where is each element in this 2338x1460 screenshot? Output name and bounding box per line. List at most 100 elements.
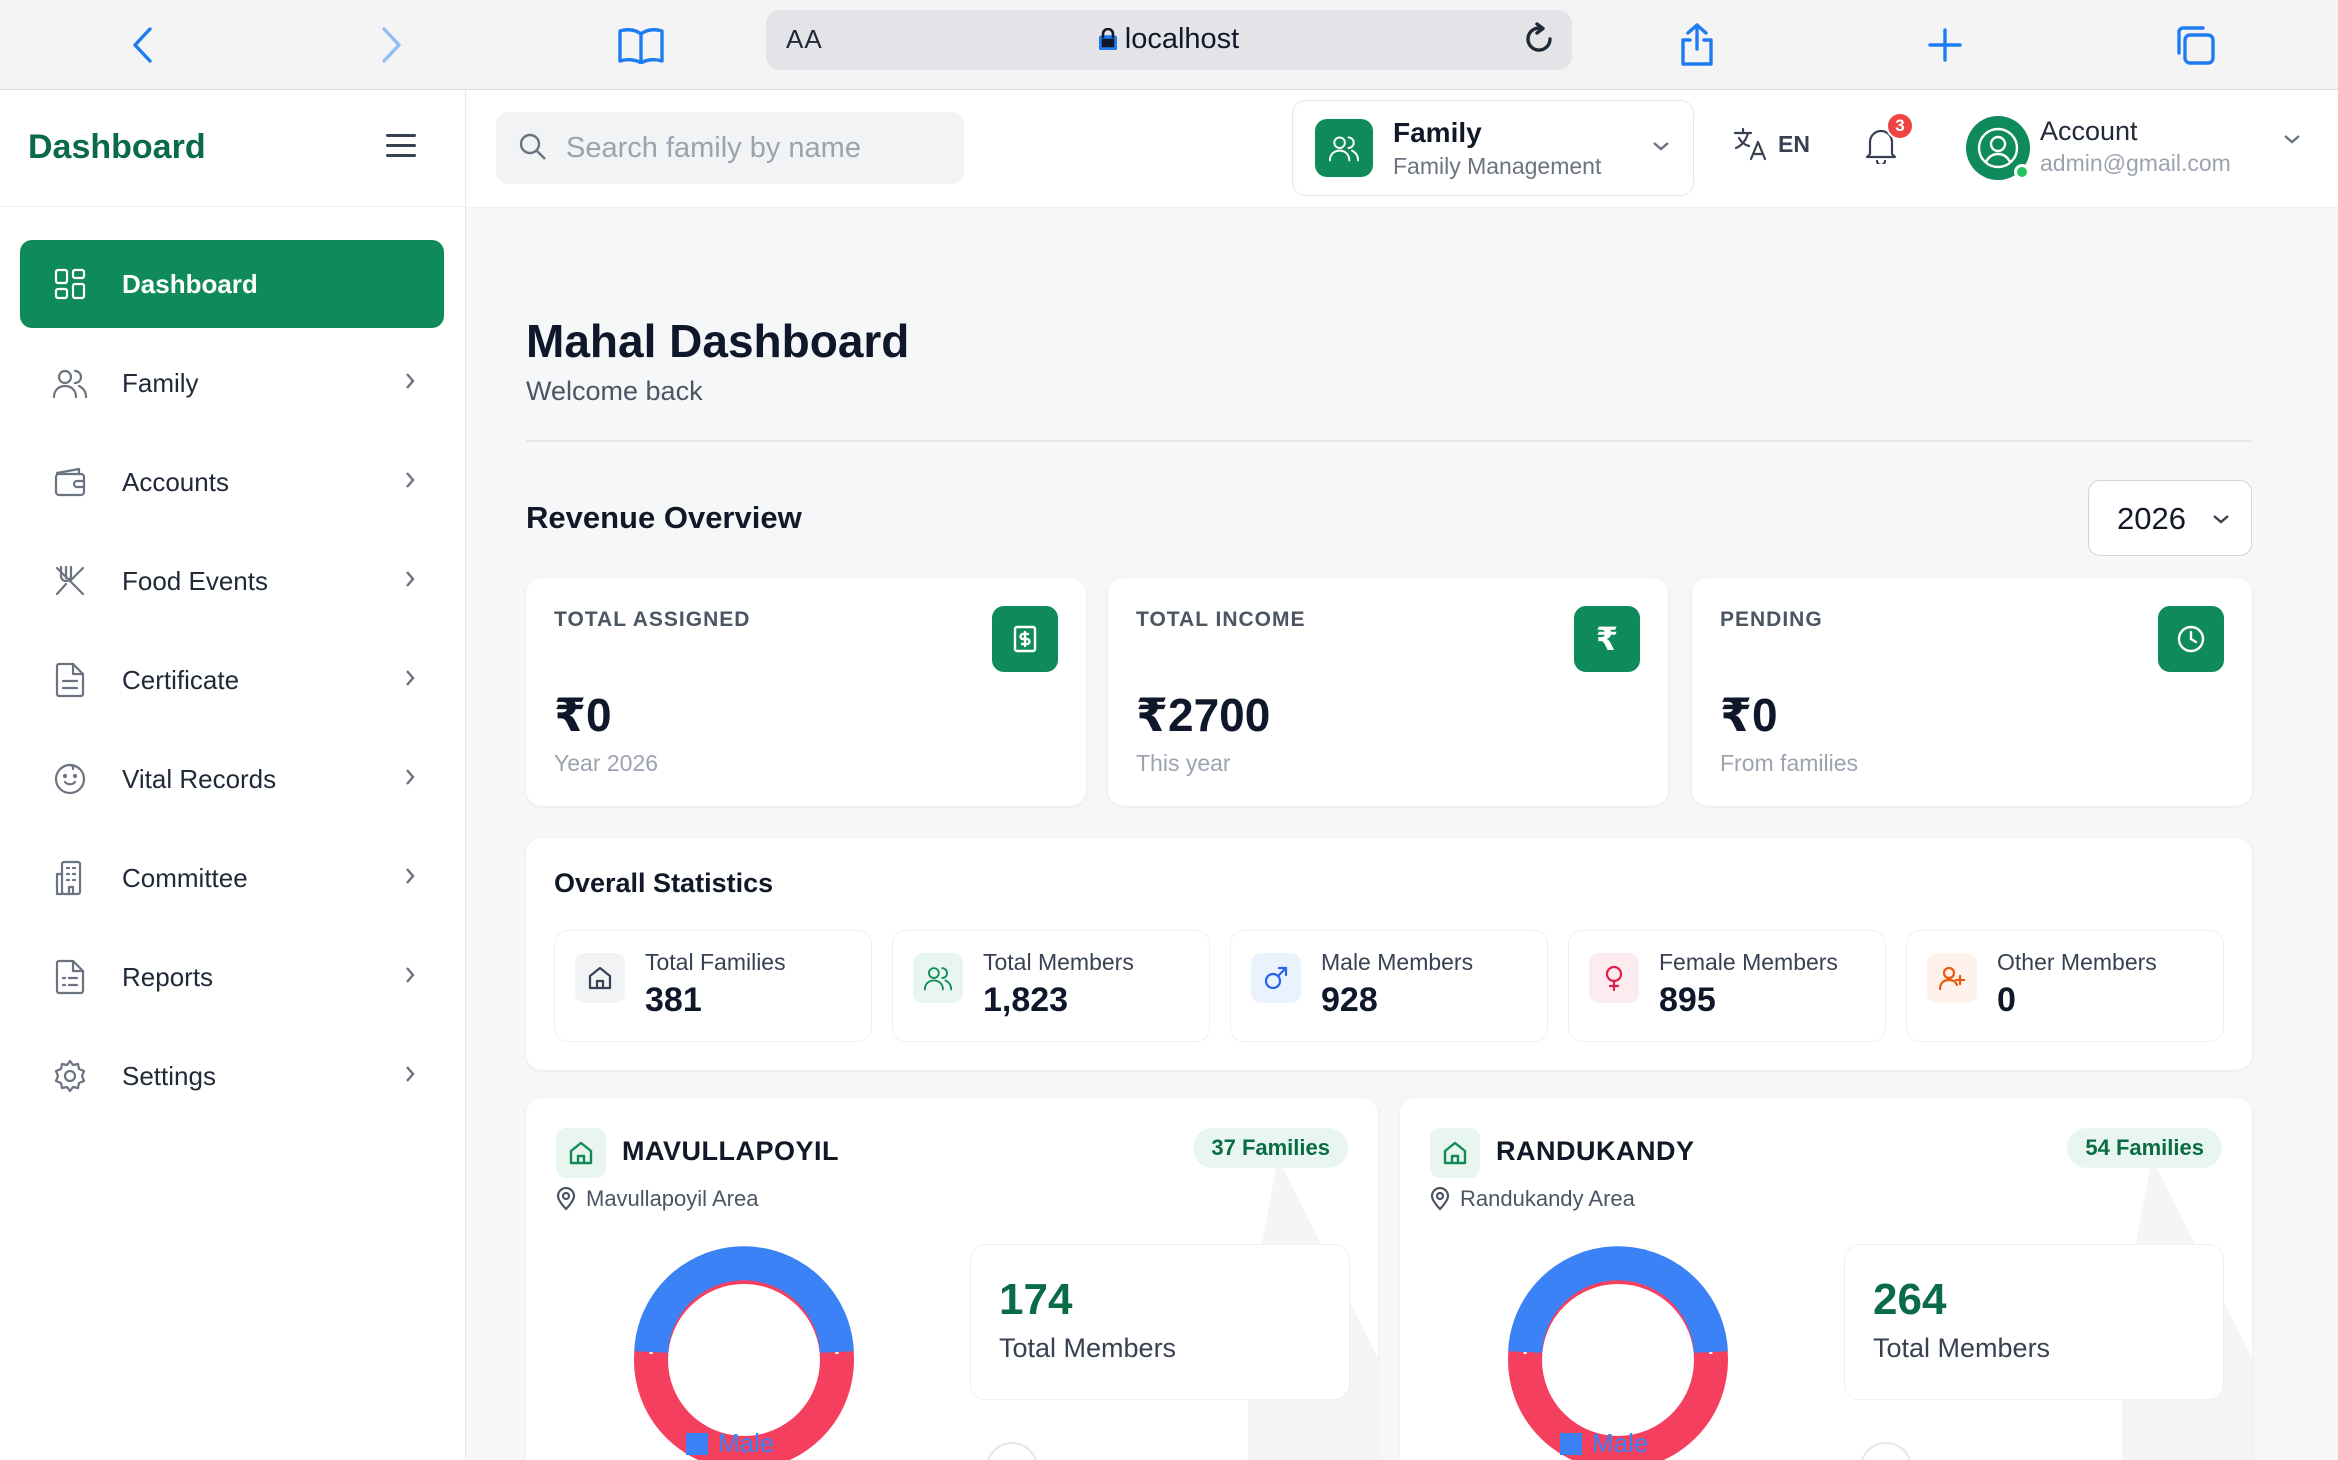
stat-label: Total Families [645, 949, 786, 975]
area-location: Mavullapoyil Area [556, 1186, 758, 1212]
users-icon [1315, 119, 1373, 177]
module-subtitle: Family Management [1393, 153, 1602, 179]
language-label: EN [1778, 130, 1810, 157]
sidebar-item-label: Food Events [122, 565, 268, 596]
members-summary: 174 Total Members [970, 1244, 1350, 1400]
module-switcher[interactable]: Family Family Management [1292, 100, 1694, 196]
online-status-dot [2014, 164, 2030, 180]
account-name[interactable]: Account [2040, 116, 2138, 147]
sidebar-item-food-events[interactable]: Food Events [20, 537, 444, 625]
chevron-right-icon [404, 371, 416, 396]
document-icon [52, 662, 88, 698]
card-value: ₹2700 [1136, 689, 1271, 741]
stat-icon [1860, 1442, 1912, 1460]
stat-label: Other Members [1997, 949, 2157, 975]
home-icon [1430, 1128, 1480, 1178]
reload-button[interactable] [1522, 22, 1556, 61]
stat-male-members: Male Members 928 [1230, 930, 1548, 1042]
year-select[interactable]: 2026 [2088, 480, 2252, 556]
account-email: admin@gmail.com [2040, 150, 2231, 176]
tabs-icon [2177, 26, 2215, 65]
back-button[interactable] [112, 14, 174, 76]
area-location: Randukandy Area [1430, 1186, 1635, 1212]
address-bar[interactable]: AA localhost [766, 10, 1572, 70]
sidebar-item-label: Settings [122, 1060, 216, 1091]
user-plus-icon [1927, 953, 1977, 1003]
language-switcher[interactable]: EN [1732, 126, 1810, 162]
tabs-button[interactable] [2164, 14, 2226, 76]
invoice-icon [992, 606, 1058, 672]
members-label: Total Members [1873, 1333, 2051, 1363]
stat-value: 928 [1321, 981, 1378, 1019]
chevron-right-icon [404, 668, 416, 693]
sidebar-item-accounts[interactable]: Accounts [20, 438, 444, 526]
card-subtext: This year [1136, 750, 1231, 776]
sidebar-item-label: Accounts [122, 466, 229, 497]
avatar[interactable] [1966, 116, 2030, 180]
page-subtitle: Welcome back [526, 376, 703, 406]
brand-title: Dashboard [28, 128, 206, 166]
top-header: Family Family Management EN 3 Account ad… [466, 90, 2338, 208]
area-card-mavullapoyil[interactable]: MAVULLAPOYIL 37 Families Mavullapoyil Ar… [526, 1098, 1378, 1460]
stat-other-members: Other Members 0 [1906, 930, 2224, 1042]
chevron-right-icon [404, 965, 416, 990]
stat-value: 0 [1997, 981, 2016, 1019]
members-summary: 264 Total Members [1844, 1244, 2224, 1400]
sidebar-item-label: Vital Records [122, 763, 277, 794]
sidebar-item-family[interactable]: Family [20, 339, 444, 427]
book-icon [618, 28, 664, 64]
stat-icon [986, 1442, 1038, 1460]
stat-value: 1,823 [983, 981, 1069, 1019]
sidebar-item-committee[interactable]: Committee [20, 834, 444, 922]
sidebar-item-reports[interactable]: Reports [20, 933, 444, 1021]
card-label: TOTAL ASSIGNED [554, 608, 751, 631]
male-icon [1251, 953, 1301, 1003]
members-count: 264 [1873, 1275, 1947, 1324]
home-icon [575, 953, 625, 1003]
card-label: PENDING [1720, 608, 1823, 631]
chevron-right-icon [404, 470, 416, 495]
pending-card: PENDING ₹0 From families [1692, 578, 2252, 806]
card-value: ₹0 [1720, 689, 1778, 741]
families-badge: 54 Families [2067, 1128, 2222, 1168]
search-box[interactable] [496, 112, 964, 184]
area-name: RANDUKANDY [1496, 1136, 1695, 1166]
chevron-right-icon [404, 767, 416, 792]
menu-toggle-icon[interactable] [386, 134, 416, 160]
area-card-randukandy[interactable]: RANDUKANDY 54 Families Randukandy Area 2… [1400, 1098, 2252, 1460]
sidebar-item-vital-records[interactable]: Vital Records [20, 735, 444, 823]
chevron-right-icon [404, 569, 416, 594]
sidebar-item-certificate[interactable]: Certificate [20, 636, 444, 724]
new-tab-button[interactable] [1914, 14, 1976, 76]
card-label: TOTAL INCOME [1136, 608, 1306, 631]
page-title: Mahal Dashboard [526, 315, 910, 367]
stat-label: Female Members [1659, 949, 1838, 975]
divider [526, 440, 2252, 442]
users-icon [52, 365, 88, 401]
notifications-button[interactable]: 3 [1864, 112, 1914, 169]
legend-label: Male [1592, 1428, 1649, 1458]
users-icon [913, 953, 963, 1003]
user-circle-icon [1977, 127, 2019, 169]
forward-button[interactable] [360, 14, 422, 76]
bookmarks-button[interactable] [610, 14, 672, 76]
chart-legend: Male [686, 1428, 774, 1459]
stat-label: Male Members [1321, 949, 1474, 975]
location-pin-icon [1430, 1187, 1450, 1211]
divider [0, 206, 465, 207]
chevron-down-icon[interactable] [2282, 132, 2302, 150]
card-value: ₹0 [554, 689, 612, 741]
clock-icon [2158, 606, 2224, 672]
female-icon [1589, 953, 1639, 1003]
families-badge: 37 Families [1193, 1128, 1348, 1168]
reload-icon [1526, 22, 1552, 52]
share-button[interactable] [1666, 14, 1728, 76]
sidebar-item-settings[interactable]: Settings [20, 1032, 444, 1120]
stat-value: 381 [645, 981, 702, 1019]
stat-total-families: Total Families 381 [554, 930, 872, 1042]
search-input[interactable] [566, 112, 956, 184]
sidebar-item-dashboard[interactable]: Dashboard [20, 240, 444, 328]
lock-icon [1098, 25, 1118, 58]
report-icon [52, 959, 88, 995]
gear-icon [52, 1058, 88, 1094]
